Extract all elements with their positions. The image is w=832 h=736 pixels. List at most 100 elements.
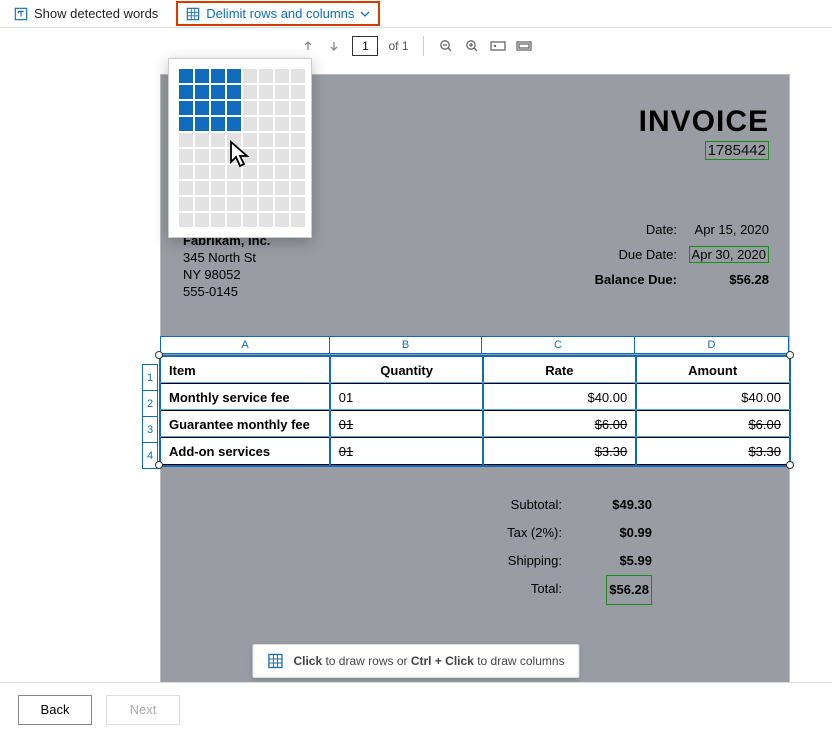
grid-cell[interactable] [179,149,193,163]
grid-cell[interactable] [243,117,257,131]
grid-cell[interactable] [211,133,225,147]
grid-cell[interactable] [243,165,257,179]
fit-width-button[interactable] [490,38,506,54]
grid-cell[interactable] [227,213,241,227]
grid-cell[interactable] [259,117,273,131]
grid-cell[interactable] [211,101,225,115]
col-letter-a[interactable]: A [160,336,330,354]
grid-cell[interactable] [259,149,273,163]
grid-cell[interactable] [179,165,193,179]
grid-cell[interactable] [179,101,193,115]
grid-cell[interactable] [291,101,305,115]
grid-cell[interactable] [195,197,209,211]
grid-cell[interactable] [227,197,241,211]
grid-size-popup[interactable] [168,58,312,238]
selection-handle[interactable] [155,461,163,469]
grid-cell[interactable] [227,69,241,83]
grid-cell[interactable] [243,213,257,227]
fit-page-button[interactable] [516,38,532,54]
grid-cell[interactable] [227,133,241,147]
grid-cell[interactable] [243,133,257,147]
grid-cell[interactable] [243,149,257,163]
grid-cell[interactable] [211,213,225,227]
selection-handle[interactable] [155,351,163,359]
grid-cell[interactable] [259,181,273,195]
grid-cell[interactable] [291,213,305,227]
next-page-button[interactable] [326,38,342,54]
grid-cell[interactable] [291,165,305,179]
grid-cell[interactable] [179,213,193,227]
row-divider[interactable] [160,436,790,437]
row-num-1[interactable]: 1 [142,364,158,391]
grid-cell[interactable] [179,181,193,195]
col-divider[interactable] [329,355,331,467]
grid-cell[interactable] [275,69,289,83]
row-num-2[interactable]: 2 [142,390,158,417]
grid-cell[interactable] [227,117,241,131]
grid-cell[interactable] [259,213,273,227]
back-button[interactable]: Back [18,695,92,725]
col-divider[interactable] [482,355,484,467]
grid-cell[interactable] [291,117,305,131]
grid-cell[interactable] [195,149,209,163]
grid-cell[interactable] [291,85,305,99]
grid-cell[interactable] [211,165,225,179]
grid-cell[interactable] [291,197,305,211]
grid-cell[interactable] [195,213,209,227]
grid-cell[interactable] [243,69,257,83]
grid-cell[interactable] [259,197,273,211]
grid-cell[interactable] [195,69,209,83]
invoice-table[interactable]: Item Quantity Rate Amount Monthly servic… [160,356,790,465]
grid-cell[interactable] [195,165,209,179]
prev-page-button[interactable] [300,38,316,54]
grid-cell[interactable] [243,197,257,211]
grid-cell[interactable] [275,85,289,99]
col-divider[interactable] [635,355,637,467]
grid-cell[interactable] [211,85,225,99]
grid-cell[interactable] [259,101,273,115]
grid-cell[interactable] [227,149,241,163]
col-letter-c[interactable]: C [481,336,635,354]
col-letter-b[interactable]: B [329,336,482,354]
selection-handle[interactable] [786,461,794,469]
row-divider[interactable] [160,382,790,383]
delimit-rows-columns-button[interactable]: Delimit rows and columns [176,1,380,26]
grid-cell[interactable] [179,85,193,99]
grid-cell[interactable] [211,197,225,211]
grid-cell[interactable] [243,85,257,99]
grid-cell[interactable] [179,69,193,83]
grid-cell[interactable] [275,133,289,147]
row-num-3[interactable]: 3 [142,416,158,443]
grid-cell[interactable] [211,149,225,163]
grid-cell[interactable] [259,69,273,83]
grid-cell[interactable] [195,117,209,131]
zoom-out-button[interactable] [438,38,454,54]
grid-cell[interactable] [195,181,209,195]
grid-cell[interactable] [275,149,289,163]
grid-cell[interactable] [275,165,289,179]
grid-cell[interactable] [259,85,273,99]
grid-cell[interactable] [291,149,305,163]
grid-cell[interactable] [195,133,209,147]
grid-cell[interactable] [195,85,209,99]
grid-cell[interactable] [227,85,241,99]
grid-cell[interactable] [211,181,225,195]
row-divider[interactable] [160,409,790,410]
grid-cell[interactable] [179,133,193,147]
grid-cell[interactable] [227,165,241,179]
grid-cell[interactable] [275,181,289,195]
grid-cell[interactable] [291,69,305,83]
grid-cell[interactable] [227,101,241,115]
grid-cell[interactable] [259,165,273,179]
grid-cell[interactable] [211,69,225,83]
grid-cell[interactable] [291,181,305,195]
grid-cell[interactable] [195,101,209,115]
grid-cell[interactable] [259,133,273,147]
grid-cell[interactable] [275,197,289,211]
grid-cell[interactable] [275,101,289,115]
show-detected-words-button[interactable]: Show detected words [14,6,158,21]
grid-cell[interactable] [243,101,257,115]
grid-cell[interactable] [291,133,305,147]
grid-cell[interactable] [179,117,193,131]
selection-handle[interactable] [786,351,794,359]
